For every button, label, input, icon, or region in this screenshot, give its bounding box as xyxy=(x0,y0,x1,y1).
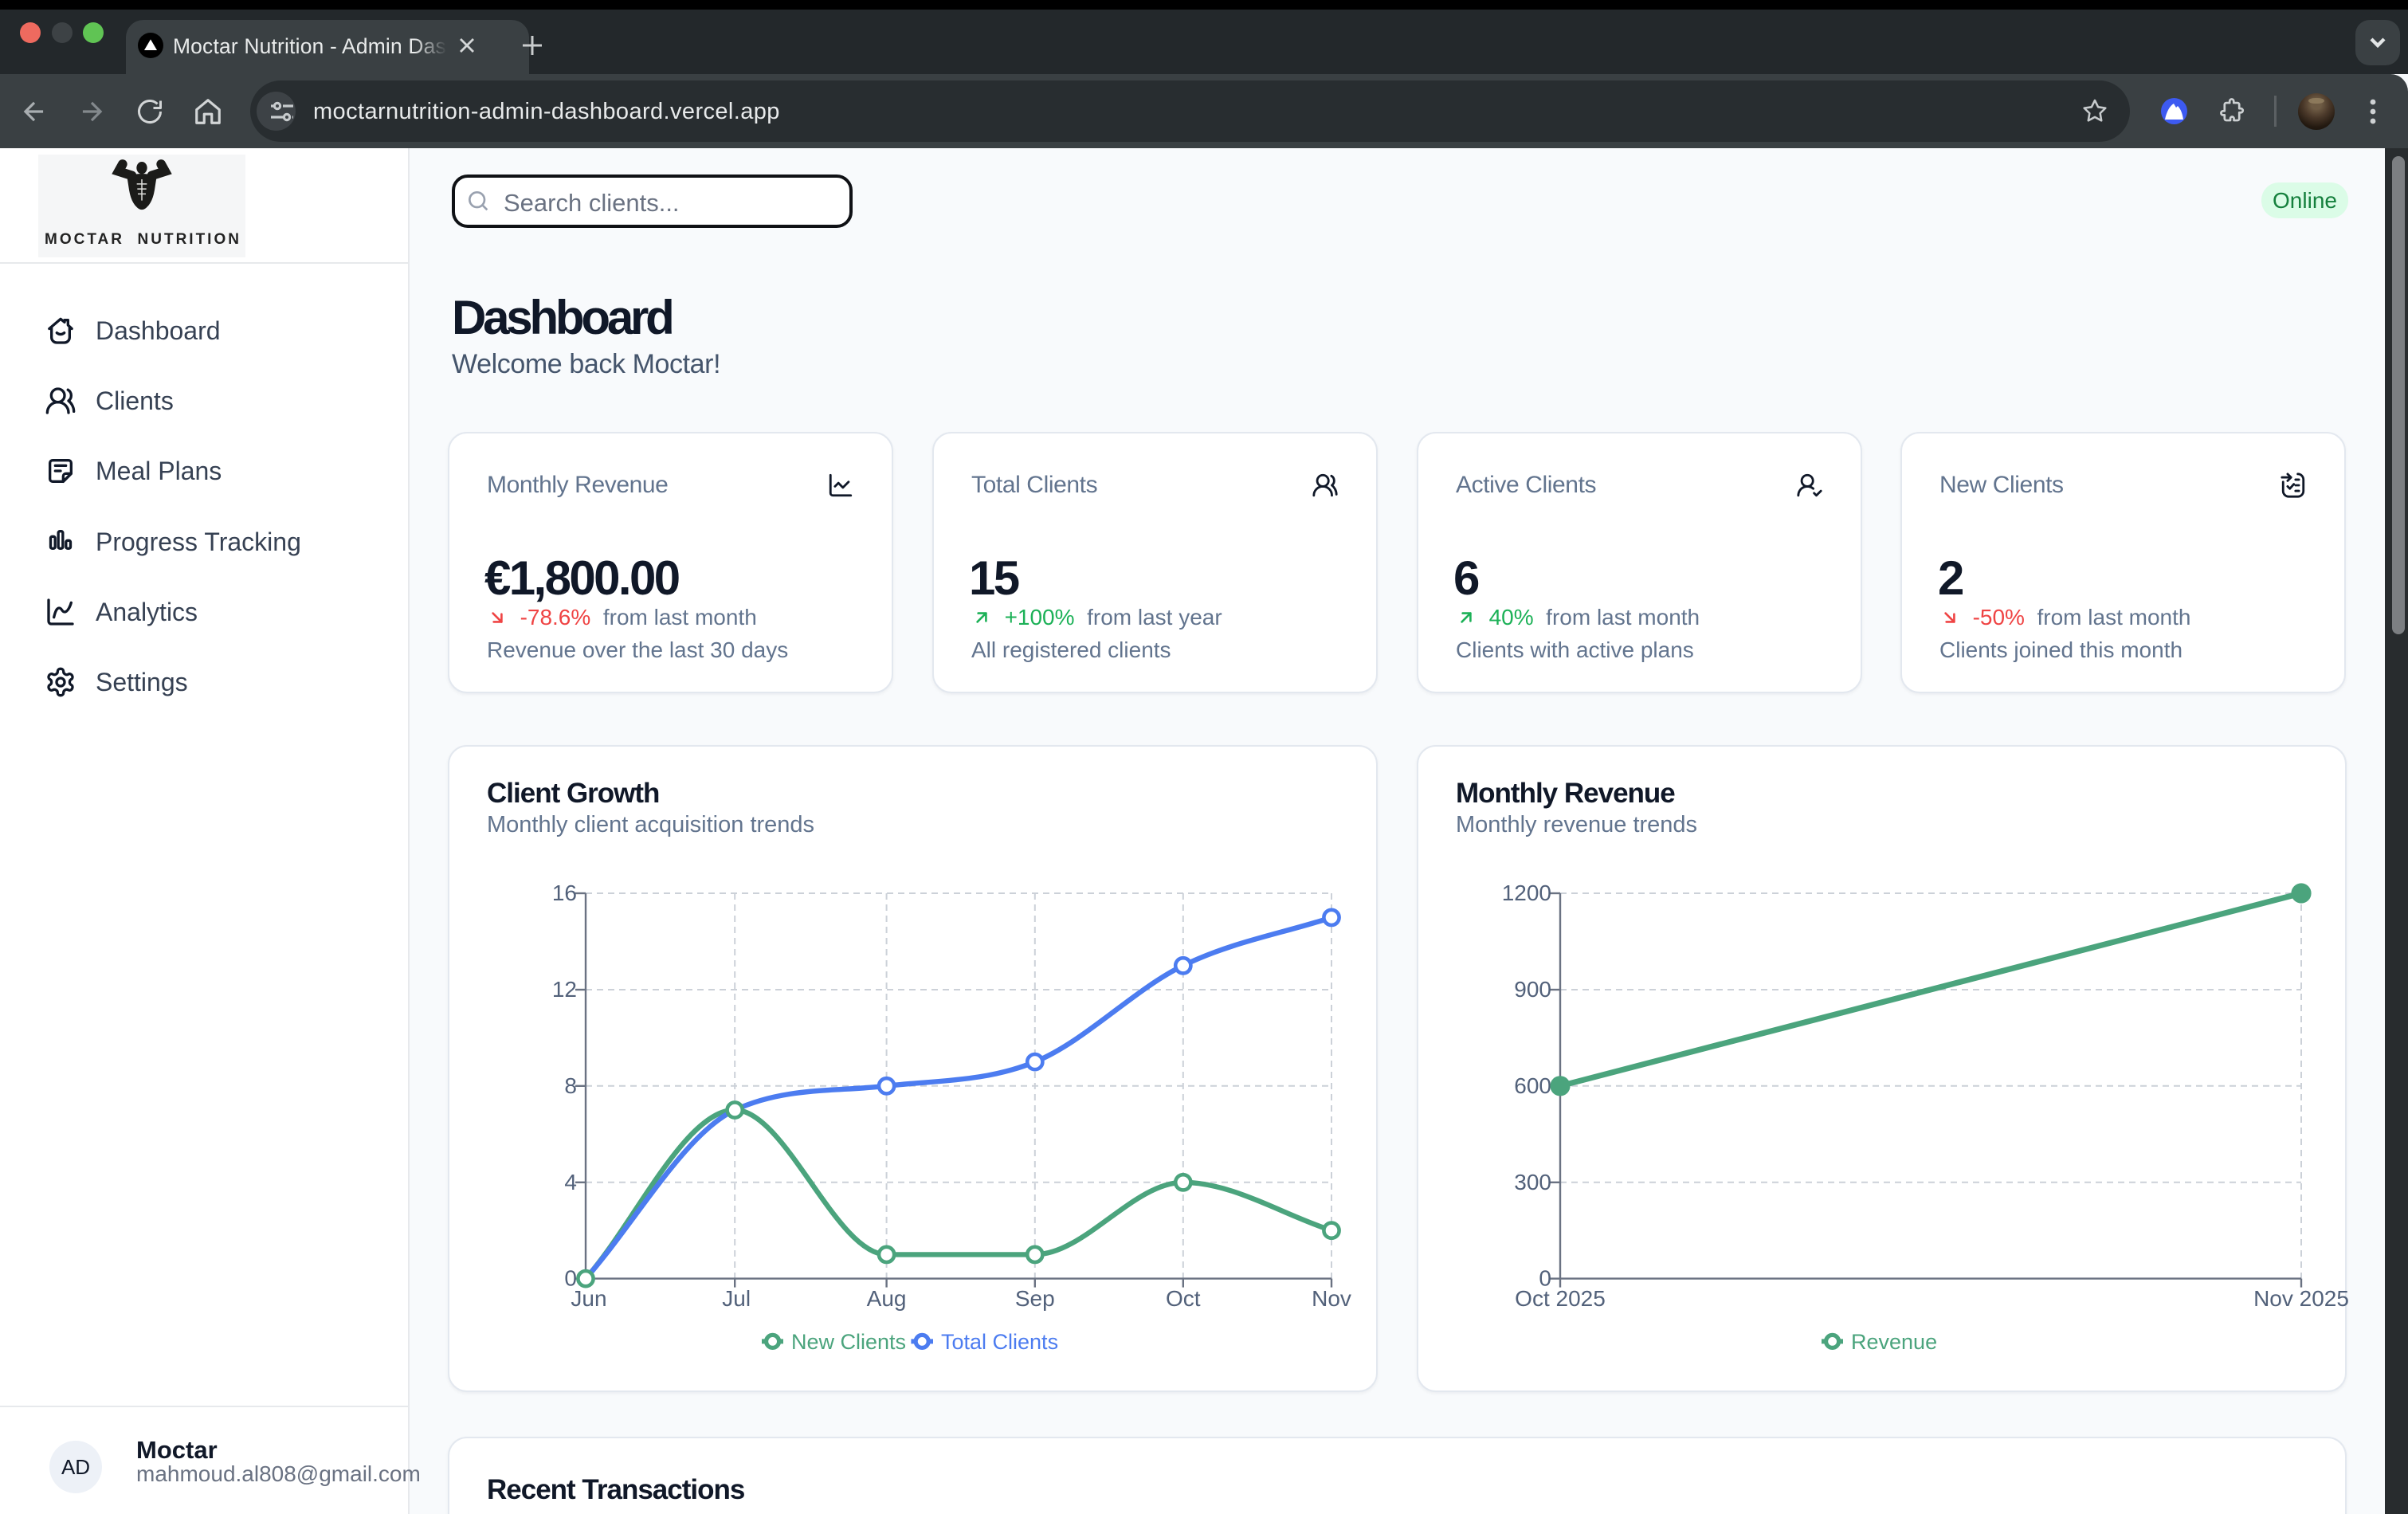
svg-text:New Clients: New Clients xyxy=(791,1330,906,1354)
svg-text:1200: 1200 xyxy=(1502,881,1551,905)
svg-text:Nov 2025: Nov 2025 xyxy=(2253,1286,2349,1311)
svg-text:Nov: Nov xyxy=(1312,1286,1351,1311)
svg-text:900: 900 xyxy=(1514,977,1551,1002)
svg-text:Revenue: Revenue xyxy=(1851,1330,1937,1354)
svg-text:Total Clients: Total Clients xyxy=(941,1330,1058,1354)
svg-text:8: 8 xyxy=(564,1073,577,1098)
svg-text:Jun: Jun xyxy=(571,1286,606,1311)
svg-text:600: 600 xyxy=(1514,1073,1551,1098)
svg-text:Oct: Oct xyxy=(1166,1286,1201,1311)
svg-text:12: 12 xyxy=(552,977,577,1002)
svg-text:4: 4 xyxy=(564,1170,577,1194)
svg-text:Aug: Aug xyxy=(867,1286,907,1311)
svg-text:Oct 2025: Oct 2025 xyxy=(1515,1286,1606,1311)
svg-text:300: 300 xyxy=(1514,1170,1551,1194)
svg-text:Sep: Sep xyxy=(1015,1286,1055,1311)
svg-text:Jul: Jul xyxy=(722,1286,751,1311)
svg-text:16: 16 xyxy=(552,881,577,905)
